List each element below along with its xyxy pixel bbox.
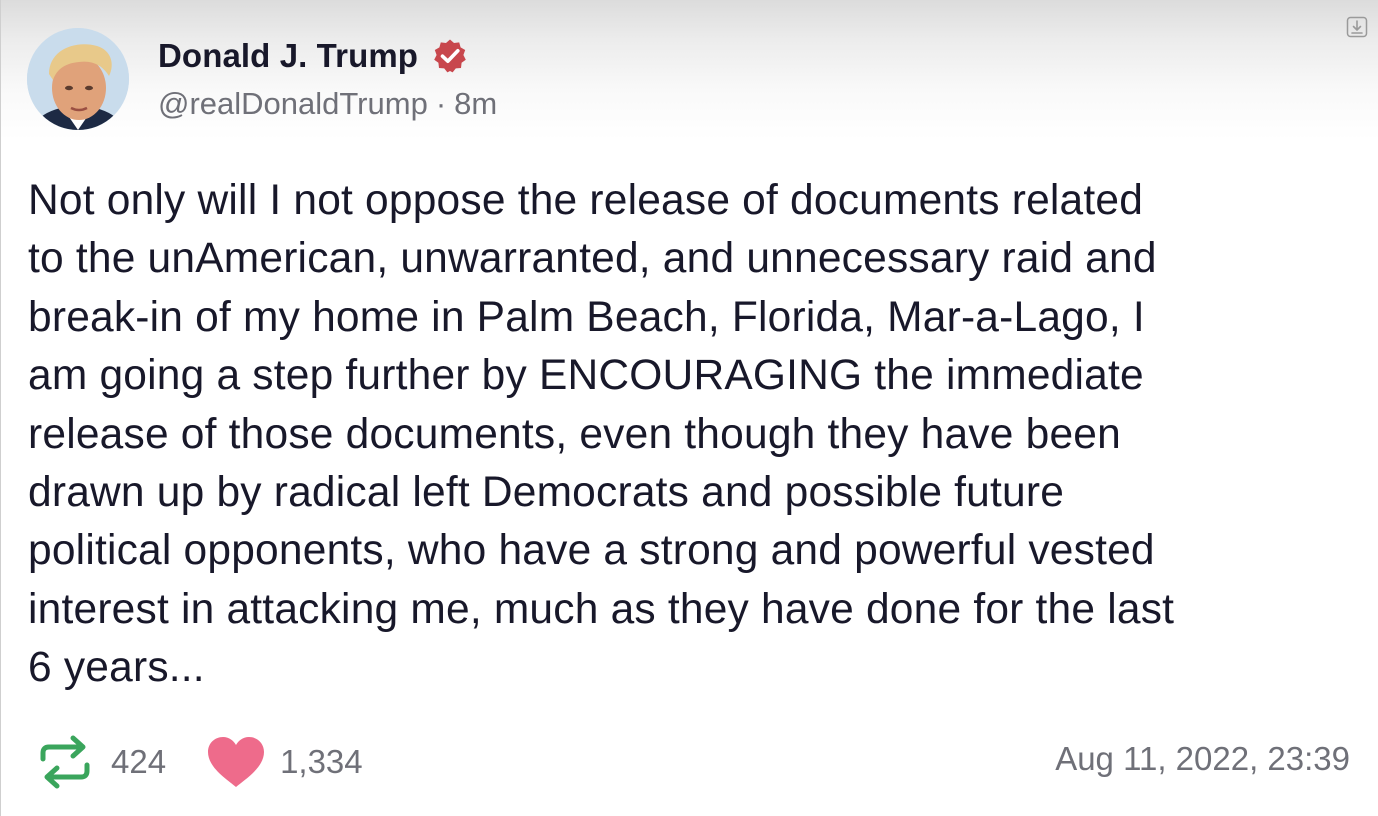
separator: · xyxy=(435,86,447,121)
post-body: Not only will I not oppose the release o… xyxy=(28,177,1175,692)
repost-icon[interactable] xyxy=(37,733,93,791)
display-name[interactable]: Donald J. Trump xyxy=(158,37,418,75)
repost-count: 424 xyxy=(111,743,167,780)
download-icon[interactable] xyxy=(1346,16,1368,38)
heart-icon[interactable] xyxy=(206,735,266,789)
truth-post-card: Donald J. Trump @realDonaldTrump · 8m Not … xyxy=(0,0,1378,816)
like-count: 1,334 xyxy=(280,743,363,780)
engagement-bar: 424 1,334 xyxy=(37,730,363,794)
handle[interactable]: @realDonaldTrump xyxy=(158,86,428,121)
handle-row: @realDonaldTrump · 8m xyxy=(158,86,497,122)
verified-badge-icon xyxy=(434,39,466,73)
relative-time[interactable]: 8m xyxy=(454,86,497,121)
post-timestamp[interactable]: Aug 11, 2022, 23:39 xyxy=(1055,740,1350,778)
avatar[interactable] xyxy=(27,28,129,130)
author-name-row: Donald J. Trump xyxy=(158,32,468,80)
